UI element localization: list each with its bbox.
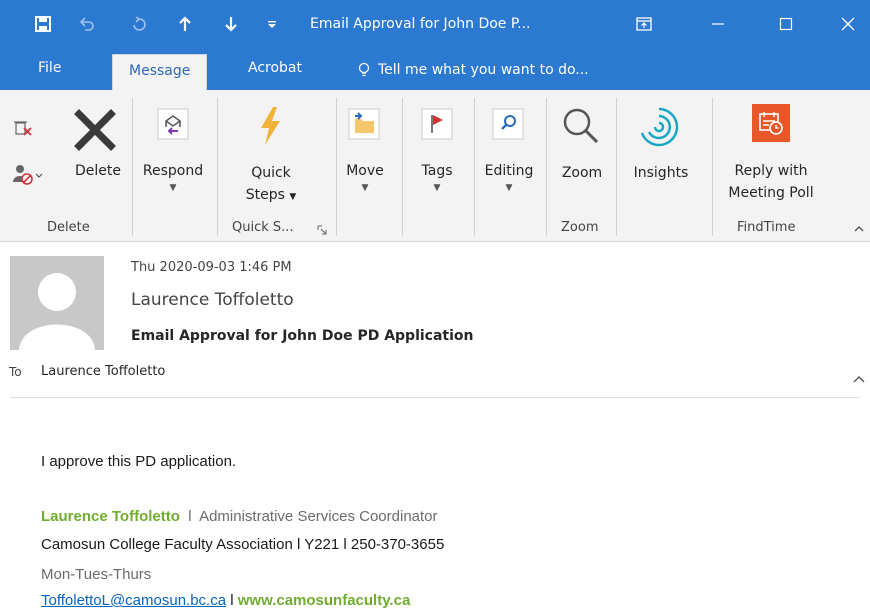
quick-steps-line2: Steps xyxy=(245,187,285,203)
collapse-ribbon-icon[interactable] xyxy=(852,222,866,236)
chevron-down-icon: ▼ xyxy=(433,183,441,193)
delete-button[interactable]: Delete xyxy=(73,160,123,182)
quick-steps-button[interactable]: Quick Steps ▼ xyxy=(236,162,306,208)
insights-button[interactable]: Insights xyxy=(626,162,696,184)
window-title: Email Approval for John Doe P... xyxy=(310,16,531,32)
customize-icon[interactable] xyxy=(262,12,282,36)
zoom-icon xyxy=(558,104,604,150)
editing-label: Editing xyxy=(484,163,534,179)
quick-steps-line2-row: Steps ▼ xyxy=(236,184,306,208)
undo-icon[interactable] xyxy=(74,12,100,36)
quick-steps-group-label: Quick S... xyxy=(232,220,294,235)
redo-icon[interactable] xyxy=(126,12,152,36)
message-body-text: I approve this PD application. xyxy=(41,453,237,470)
ribbon-separator xyxy=(712,98,713,236)
respond-label: Respond xyxy=(142,163,204,179)
quick-steps-line1: Quick xyxy=(251,165,291,181)
calendar-poll-icon xyxy=(752,104,790,142)
ribbon-separator xyxy=(132,98,133,236)
findtime-line1: Reply with xyxy=(734,163,808,179)
tags-button[interactable]: Tags ▼ xyxy=(414,160,460,194)
chevron-down-icon: ▼ xyxy=(361,183,369,193)
signature-org-line: Camosun College Faculty Association l Y2… xyxy=(41,536,445,553)
tab-acrobat[interactable]: Acrobat xyxy=(248,60,302,76)
ribbon-separator xyxy=(336,98,337,236)
flag-icon xyxy=(419,106,455,142)
recipient-name[interactable]: Laurence Toffoletto xyxy=(41,364,165,379)
tell-me-search[interactable]: Tell me what you want to do... xyxy=(358,62,589,78)
header-divider xyxy=(10,397,860,398)
next-item-icon[interactable] xyxy=(218,12,244,36)
chevron-down-icon: ▼ xyxy=(505,183,513,193)
signature-name: Laurence Toffoletto xyxy=(41,508,180,525)
respond-icon xyxy=(155,106,191,142)
search-icon xyxy=(490,106,526,142)
signature-separator: l xyxy=(226,592,238,609)
close-icon[interactable] xyxy=(828,8,868,40)
title-bar: Email Approval for John Doe P... xyxy=(0,0,870,50)
ribbon-tabs: File Message Acrobat Tell me what you wa… xyxy=(0,50,870,90)
save-icon[interactable] xyxy=(30,12,56,36)
signature-line-1: Laurence Toffoletto l Administrative Ser… xyxy=(41,508,438,525)
move-button[interactable]: Move ▼ xyxy=(342,160,388,194)
zoom-button[interactable]: Zoom xyxy=(554,162,610,184)
ribbon: Delete Delete Respond ▼ Quick Steps ▼ Qu… xyxy=(0,90,870,242)
maximize-icon[interactable] xyxy=(766,8,806,40)
tell-me-text: Tell me what you want to do... xyxy=(378,62,589,78)
previous-item-icon[interactable] xyxy=(172,12,198,36)
delete-icon xyxy=(68,104,122,156)
collapse-header-icon[interactable] xyxy=(852,372,866,386)
signature-title: Administrative Services Coordinator xyxy=(199,508,438,525)
respond-button[interactable]: Respond ▼ xyxy=(139,160,207,194)
chevron-down-icon: ▼ xyxy=(289,192,297,202)
to-label: To xyxy=(9,365,22,379)
move-icon xyxy=(346,106,382,142)
move-label: Move xyxy=(346,163,384,179)
sender-name[interactable]: Laurence Toffoletto xyxy=(131,290,294,310)
message-date: Thu 2020-09-03 1:46 PM xyxy=(131,260,292,275)
minimize-icon[interactable] xyxy=(698,8,738,40)
insights-icon xyxy=(636,104,682,150)
tab-file[interactable]: File xyxy=(38,60,61,76)
message-subject: Email Approval for John Doe PD Applicati… xyxy=(131,328,474,344)
lightbulb-icon xyxy=(358,62,370,77)
ribbon-separator xyxy=(616,98,617,236)
chevron-down-icon: ▼ xyxy=(169,183,177,193)
delete-group-label: Delete xyxy=(47,220,90,235)
tab-message[interactable]: Message xyxy=(112,54,208,90)
ribbon-display-icon[interactable] xyxy=(624,8,664,40)
tags-label: Tags xyxy=(421,163,453,179)
avatar xyxy=(10,256,104,350)
ignore-icon[interactable] xyxy=(12,116,36,140)
editing-button[interactable]: Editing ▼ xyxy=(478,160,540,194)
dialog-launcher-icon[interactable] xyxy=(316,224,328,236)
lightning-icon xyxy=(256,106,284,146)
findtime-line2: Meeting Poll xyxy=(728,185,814,201)
signature-days: Mon-Tues-Thurs xyxy=(41,566,152,583)
ribbon-separator xyxy=(217,98,218,236)
signature-separator: l xyxy=(179,508,200,525)
ribbon-separator xyxy=(474,98,475,236)
zoom-group-label: Zoom xyxy=(561,220,599,235)
findtime-group-label: FindTime xyxy=(737,220,796,235)
signature-contact-line: ToffolettoL@camosun.bc.ca l www.camosunf… xyxy=(41,592,410,609)
reply-with-meeting-poll-button[interactable]: Reply with Meeting Poll xyxy=(714,160,828,204)
junk-icon[interactable] xyxy=(10,160,46,188)
signature-website-link[interactable]: www.camosunfaculty.ca xyxy=(238,592,411,609)
ribbon-separator xyxy=(402,98,403,236)
ribbon-separator xyxy=(546,98,547,236)
signature-email-link[interactable]: ToffolettoL@camosun.bc.ca xyxy=(41,592,226,609)
